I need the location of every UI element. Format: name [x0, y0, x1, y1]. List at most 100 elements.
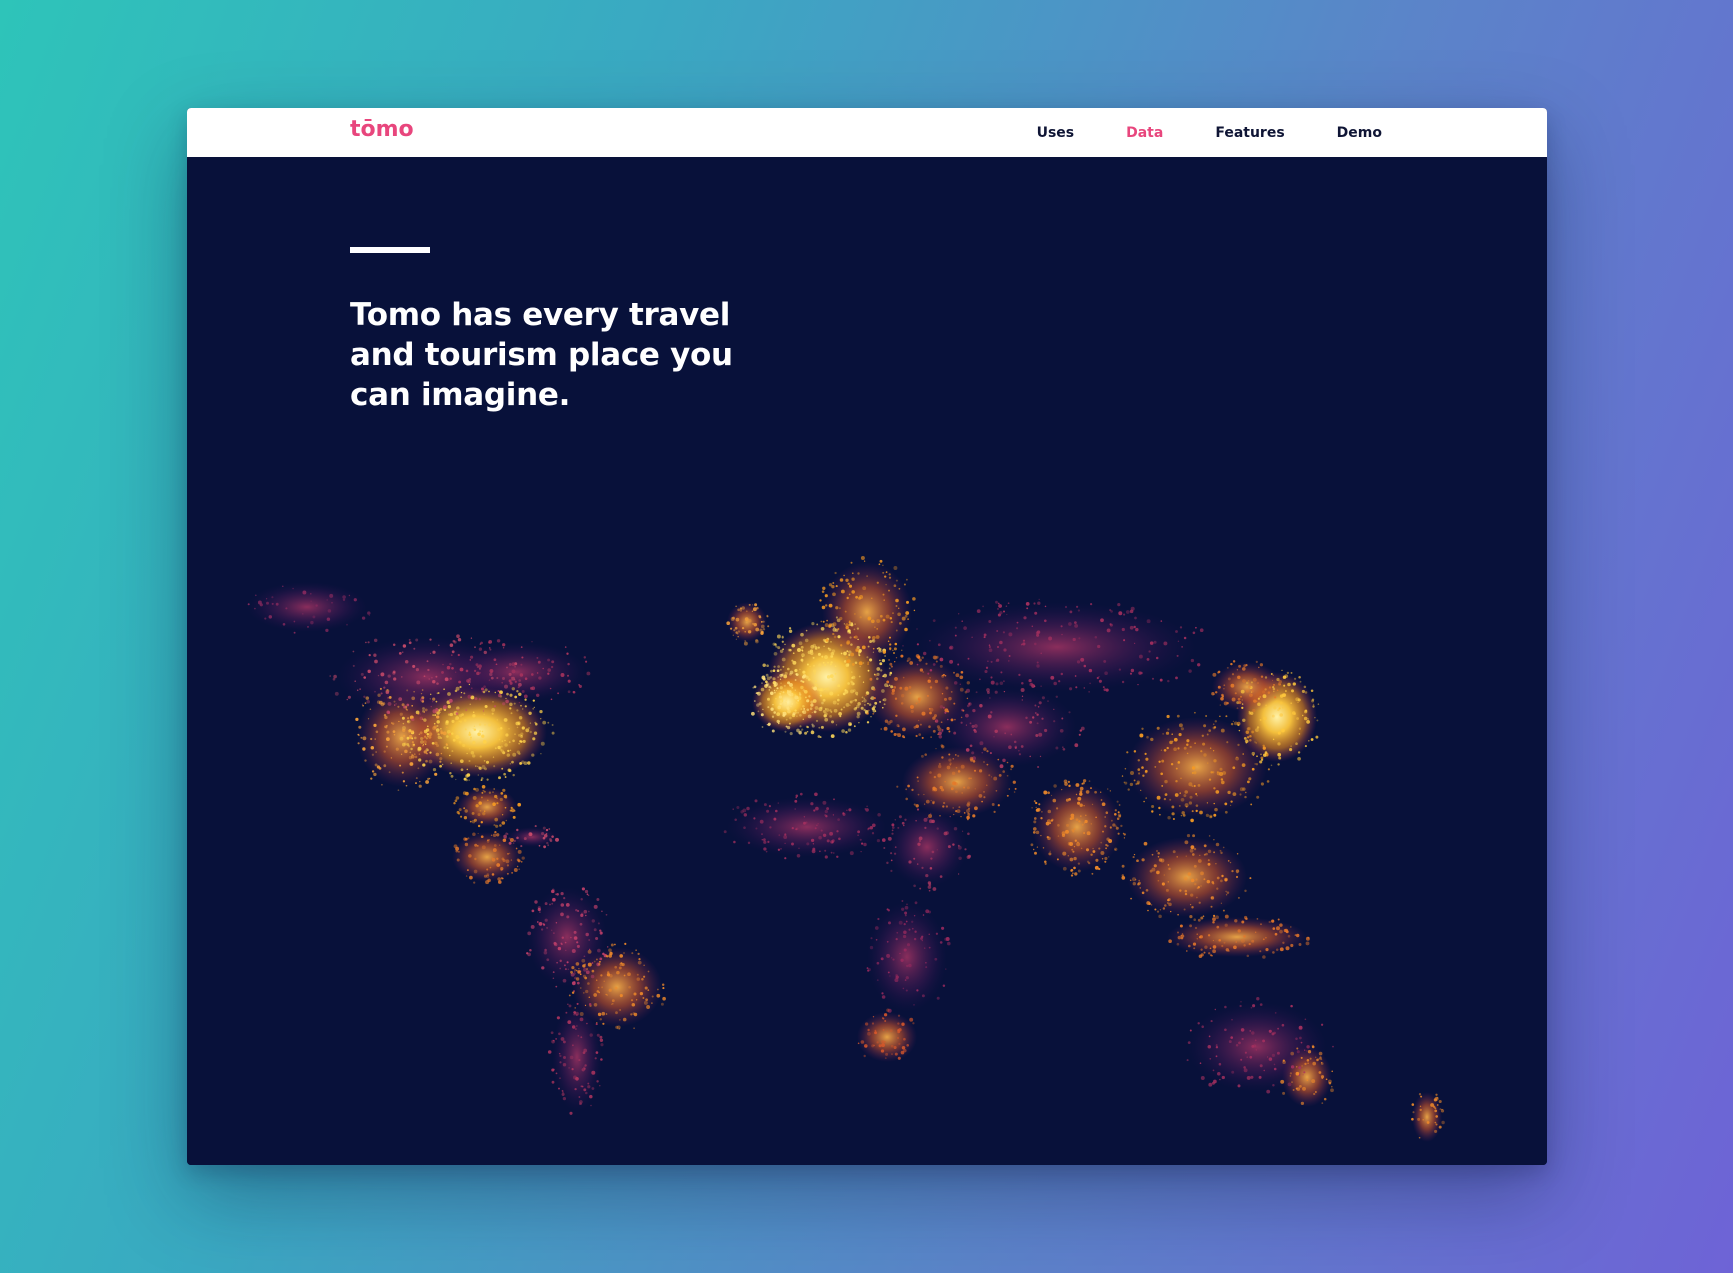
map-light-dot [402, 780, 406, 783]
map-light-dot [1032, 831, 1036, 834]
map-light-dot [571, 1025, 576, 1029]
map-light-dot [888, 667, 891, 670]
map-light-dot [806, 708, 810, 712]
map-light-dot [943, 697, 948, 701]
map-light-dot [522, 739, 526, 743]
map-light-dot [518, 701, 521, 704]
map-light-dot [1111, 819, 1113, 822]
map-light-dot [1106, 844, 1109, 847]
map-light-dot [867, 645, 870, 648]
map-light-dot [647, 970, 650, 973]
map-light-dot [835, 585, 838, 588]
map-light-dot [1067, 855, 1069, 857]
map-light-dot [954, 634, 957, 637]
map-light-dot [917, 842, 921, 846]
nav-link-features[interactable]: Features [1215, 125, 1284, 141]
map-light-dot [508, 741, 511, 743]
map-light-dot [1299, 1036, 1302, 1040]
map-light-dot [633, 1027, 635, 1030]
map-light-dot [1197, 1022, 1200, 1025]
map-light-dot [398, 720, 400, 723]
map-light-dot [765, 683, 769, 687]
map-light-dot [492, 701, 494, 703]
map-light-dot [555, 1072, 558, 1075]
nav-link-uses[interactable]: Uses [1037, 125, 1075, 141]
map-light-dot [500, 792, 504, 795]
map-light-dot [459, 667, 464, 672]
map-light-dot [846, 640, 851, 645]
map-light-dot [802, 718, 804, 720]
map-light-dot [1266, 1089, 1271, 1094]
map-light-dot [377, 674, 380, 677]
map-light-dot [1238, 700, 1242, 705]
map-light-dot [881, 992, 884, 995]
map-light-dot [603, 980, 605, 982]
map-light-dot [845, 578, 849, 582]
map-light-dot [1172, 850, 1176, 854]
map-light-dot [459, 759, 464, 764]
map-light-dot [492, 833, 497, 837]
map-light-dot [565, 949, 567, 951]
map-light-dot [554, 942, 558, 947]
map-light-dot [1245, 689, 1249, 693]
map-light-dot [266, 601, 269, 605]
map-light-dot [529, 686, 534, 690]
map-light-dot [519, 673, 524, 677]
map-light-dot [429, 698, 432, 700]
map-light-dot [924, 947, 926, 949]
map-light-dot [1211, 954, 1213, 957]
map-light-dot [458, 740, 462, 744]
tomo-logo[interactable]: tōmo [350, 117, 414, 142]
map-light-dot [397, 705, 400, 708]
map-light-dot [901, 616, 906, 621]
map-light-dot [511, 669, 516, 674]
map-light-dot [504, 796, 508, 799]
map-light-dot [1260, 923, 1262, 926]
map-light-dot [1228, 1040, 1232, 1044]
map-light-dot [900, 1050, 905, 1055]
map-light-dot [834, 571, 837, 575]
map-light-dot [978, 794, 983, 798]
map-light-dot [794, 689, 797, 691]
map-light-dot [562, 1091, 564, 1094]
nav-link-demo[interactable]: Demo [1337, 125, 1382, 141]
map-light-dot [1143, 800, 1145, 803]
map-light-dot [1195, 626, 1197, 629]
map-light-dot [623, 974, 626, 977]
map-light-dot [417, 767, 420, 770]
map-light-dot [874, 1029, 877, 1032]
map-light-dot [846, 650, 849, 653]
map-light-dot [896, 931, 899, 934]
map-light-dot [1006, 761, 1009, 764]
map-light-dot [778, 695, 783, 699]
map-light-dot [496, 639, 501, 643]
map-light-dot [848, 593, 851, 596]
map-light-dot [1163, 748, 1167, 752]
map-light-dot [567, 1020, 572, 1024]
map-light-dot [850, 652, 855, 657]
map-light-dot [860, 1040, 865, 1044]
nav-link-data[interactable]: Data [1126, 125, 1163, 141]
map-light-dot [1008, 660, 1010, 662]
map-light-dot [486, 778, 489, 781]
map-light-dot [432, 767, 437, 772]
map-light-dot [1215, 1046, 1219, 1049]
map-light-dot [492, 791, 494, 793]
map-light-dot [891, 832, 894, 835]
map-light-dot [1250, 803, 1253, 806]
map-light-dot [1199, 810, 1203, 815]
map-light-dot [885, 1052, 889, 1056]
map-light-dot [932, 619, 936, 622]
map-light-dot [407, 717, 410, 720]
map-light-dot [1100, 618, 1104, 623]
map-light-dot [1085, 790, 1090, 794]
map-light-dot [596, 1033, 600, 1037]
map-light-dot [970, 777, 972, 780]
map-light-dot [1159, 813, 1161, 816]
map-light-dot [1203, 844, 1207, 848]
map-light-dot [1190, 658, 1195, 663]
map-light-dot [575, 962, 580, 966]
browser-window: tōmo Uses Data Features Demo Tomo has ev… [187, 108, 1547, 1165]
map-light-dot [844, 610, 847, 613]
map-light-dot [1215, 842, 1220, 847]
